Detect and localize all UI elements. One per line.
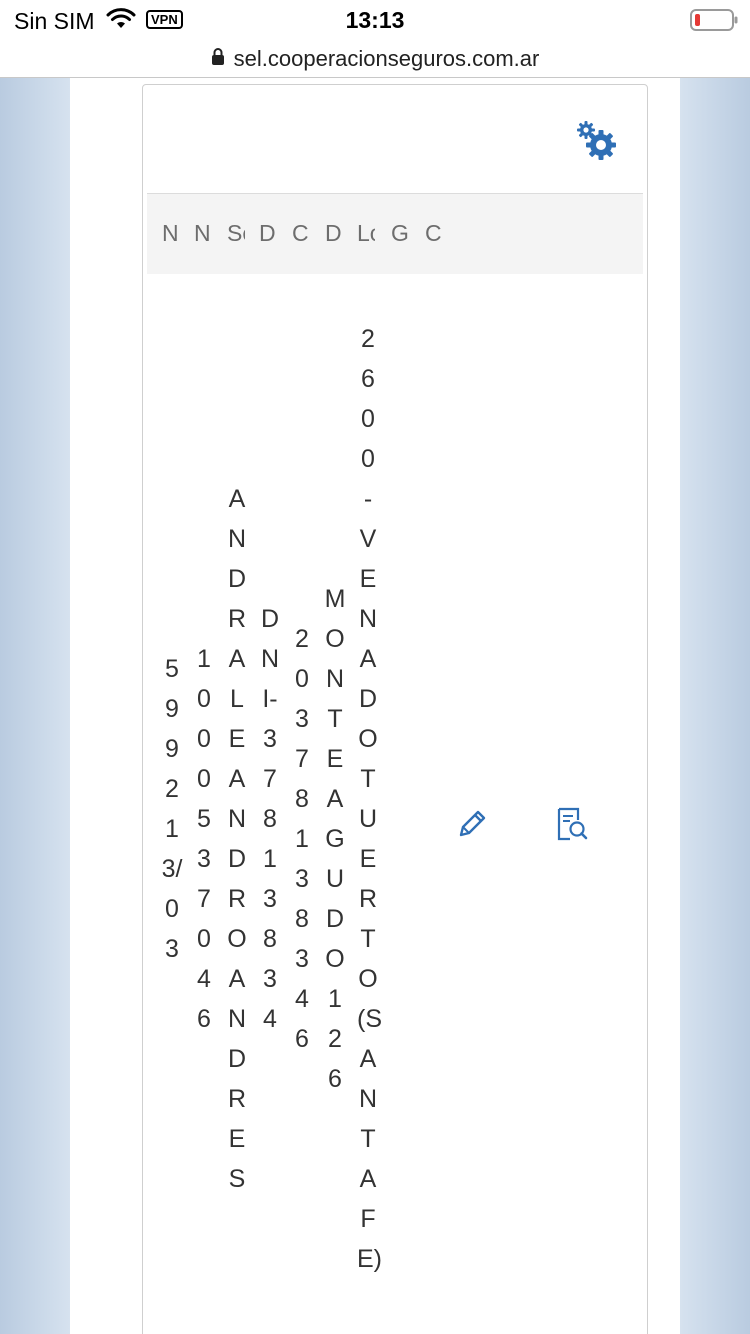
table-cell: DNI-37813834: [260, 605, 280, 1033]
column-header[interactable]: C: [292, 220, 312, 247]
table-cell: 20378138346: [295, 625, 309, 1053]
column-header[interactable]: D: [259, 220, 279, 247]
address-bar[interactable]: sel.cooperacionseguros.com.ar: [0, 40, 750, 78]
column-header[interactable]: G: [391, 220, 411, 247]
status-bar: Sin SIM VPN 13:13: [0, 0, 750, 40]
column-header[interactable]: D: [325, 220, 345, 247]
table-cell: 1000537046: [197, 645, 211, 1033]
column-header[interactable]: N: [162, 220, 182, 247]
table-cell: MONTEAGUDO126: [324, 585, 346, 1093]
url-text: sel.cooperacionseguros.com.ar: [233, 45, 540, 71]
column-header[interactable]: N: [194, 220, 214, 247]
results-card: N N Se D C D Lo G C 599213/03 1000537046…: [142, 84, 648, 1334]
status-time: 13:13: [345, 7, 405, 33]
table-cell: 2600-VENADOTUERTO(SANTAFE): [357, 325, 382, 1273]
table-cell: ANDRALEANDROANDRES: [227, 485, 247, 1193]
battery-icon: [690, 9, 738, 36]
lock-icon: [211, 47, 225, 70]
column-header[interactable]: Lo: [357, 220, 375, 247]
column-header[interactable]: C: [425, 220, 445, 247]
pencil-icon[interactable]: [455, 807, 489, 841]
table-header: N N Se D C D Lo G C: [147, 194, 643, 274]
column-header[interactable]: Se: [227, 220, 245, 247]
table-cell: 599213/03: [161, 655, 183, 963]
page-content: N N Se D C D Lo G C 599213/03 1000537046…: [70, 78, 680, 1334]
document-search-icon[interactable]: [553, 805, 589, 843]
gears-icon[interactable]: [575, 119, 619, 163]
